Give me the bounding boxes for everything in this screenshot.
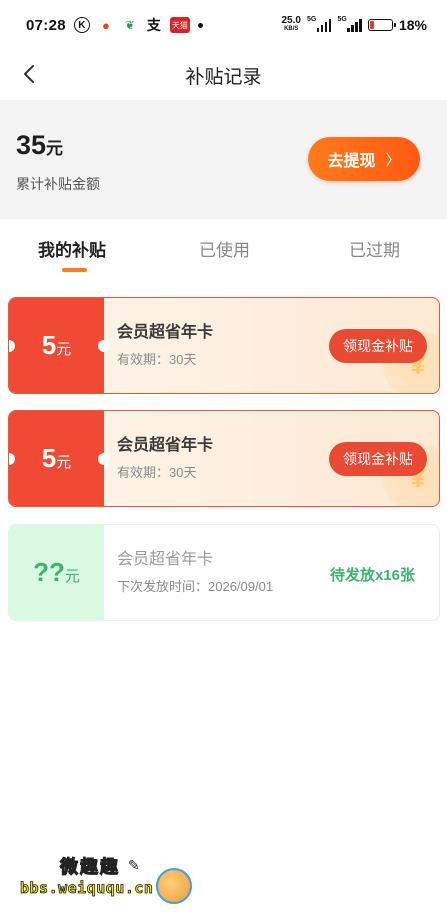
coupon-card: ¥ 5元 会员超省年卡 有效期：30天 领现金补贴	[8, 410, 440, 507]
coupon-value-unit: 元	[56, 341, 72, 358]
tmall-icon: 天猫	[169, 17, 190, 33]
tab-my-subsidies[interactable]: 我的补贴	[38, 236, 106, 261]
subsidy-summary: 35元 累计补贴金额 去提现 〉	[0, 100, 447, 219]
withdraw-button[interactable]: 去提现 〉	[308, 137, 420, 181]
signal-icon: 5G	[306, 16, 332, 32]
net-speed: 25.0 KB/S	[281, 15, 301, 33]
coupon-notch	[98, 339, 110, 352]
withdraw-label: 去提现	[327, 153, 376, 170]
total-amount-unit: 元	[46, 139, 64, 158]
chevron-right-icon: 〉	[385, 151, 401, 169]
status-bar: 07:28 K ● ❦ 支 天猫 25.0 KB/S 5G 5G 18%	[0, 0, 447, 50]
coupon-value: 5元	[9, 411, 104, 506]
watermark-mark: ✎	[128, 857, 140, 873]
coupon-title: 会员超省年卡	[117, 551, 214, 568]
weibo-icon: ●	[101, 17, 110, 33]
coupon-title: 会员超省年卡	[117, 437, 214, 454]
coupon-notch	[98, 452, 110, 465]
claim-cash-button[interactable]: 领现金补贴	[329, 329, 427, 363]
k-icon: K	[73, 17, 90, 33]
coupon-value-unit: 元	[64, 568, 80, 585]
coupon-validity: 有效期：30天	[117, 352, 197, 367]
coupon-title: 会员超省年卡	[117, 324, 214, 341]
tab-indicator	[62, 268, 87, 272]
status-time: 07:28	[26, 16, 66, 34]
signal-type-2: 5G	[337, 16, 347, 23]
coupon-validity: 有效期：30天	[117, 465, 197, 480]
mascot-icon	[156, 868, 192, 904]
tab-bar: 我的补贴 已使用 已过期	[0, 219, 447, 279]
pending-status: 待发放x16张	[329, 567, 415, 584]
tab-used[interactable]: 已使用	[199, 236, 250, 261]
watermark-title: 微趣趣	[60, 857, 120, 878]
net-speed-value: 25.0	[281, 15, 301, 26]
coupon-value-number: ??	[33, 557, 65, 587]
watermark-url: bbs.weiququ.cn	[20, 879, 154, 898]
battery-level	[369, 21, 374, 29]
coupon-value-unit: 元	[56, 454, 72, 471]
coupon-card: ¥ 5元 会员超省年卡 有效期：30天 领现金补贴	[8, 297, 440, 394]
back-arrow-icon[interactable]	[18, 62, 42, 86]
status-right: 25.0 KB/S 5G 5G 18%	[281, 15, 428, 34]
tab-expired[interactable]: 已过期	[349, 236, 400, 261]
coupon-next-issue: 下次发放时间：2026/09/01	[117, 579, 274, 594]
total-amount: 35元	[16, 130, 63, 161]
status-left: 07:28 K ● ❦ 支 天猫	[26, 17, 203, 34]
coupon-value-number: 5	[41, 330, 57, 360]
watermark: 微趣趣 ✎ bbs.weiququ.cn	[20, 853, 200, 913]
zhi-icon: 支	[146, 17, 161, 33]
leaf-icon: ❦	[124, 18, 135, 32]
total-amount-label: 累计补贴金额	[16, 176, 100, 192]
coupon-card-pending: ?? 元 会员超省年卡 下次发放时间：2026/09/01 待发放x16张	[8, 524, 440, 621]
coupon-value: 5元	[9, 298, 104, 393]
net-speed-unit: KB/S	[284, 26, 299, 32]
coupon-value: ?? 元	[9, 525, 104, 620]
signal-icon-2: 5G	[337, 16, 362, 32]
nav-bar: 补贴记录	[0, 50, 447, 100]
total-amount-value: 35	[16, 130, 47, 160]
page-title: 补贴记录	[185, 66, 262, 88]
claim-cash-button[interactable]: 领现金补贴	[329, 442, 427, 476]
battery-percent: 18%	[398, 17, 427, 33]
signal-type: 5G	[306, 16, 317, 23]
dot-icon	[197, 22, 203, 28]
coupon-value-number: 5	[41, 443, 57, 473]
battery-icon	[367, 19, 396, 31]
